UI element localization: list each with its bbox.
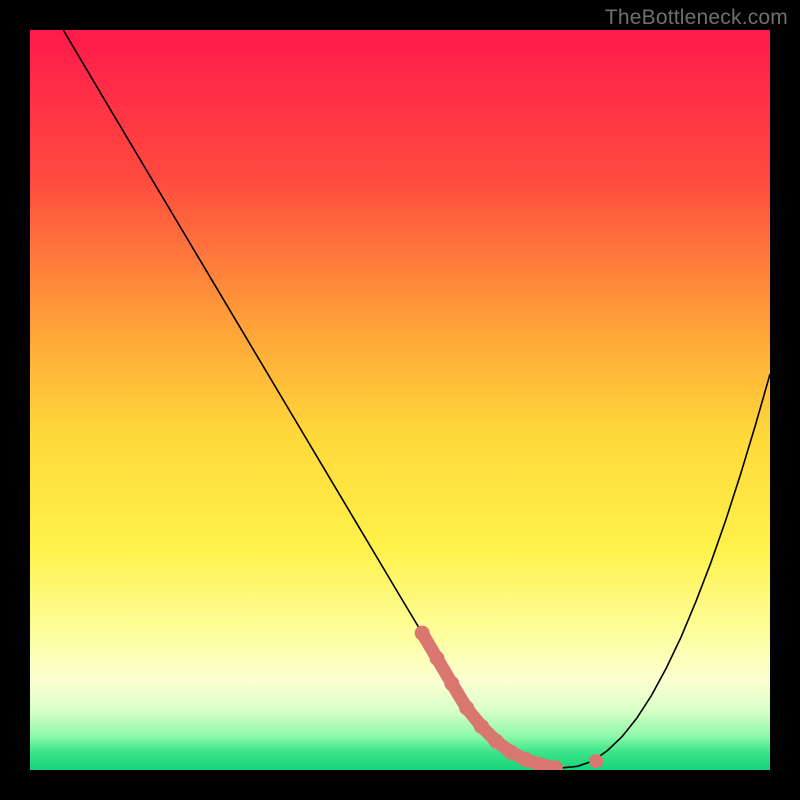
marker-dot: [474, 719, 489, 734]
marker-dot: [518, 752, 533, 767]
plot-area: [30, 30, 770, 770]
marker-dot: [489, 734, 504, 749]
watermark-text: TheBottleneck.com: [605, 6, 788, 30]
marker-dot: [459, 700, 474, 715]
chart-frame: TheBottleneck.com: [0, 0, 800, 800]
marker-dot: [415, 626, 430, 641]
marker-dot: [444, 676, 459, 691]
chart-svg: [30, 30, 770, 770]
marker-dot: [504, 745, 519, 760]
gradient-rect: [30, 30, 770, 770]
marker-dot: [430, 651, 445, 666]
marker-dot: [589, 754, 603, 768]
